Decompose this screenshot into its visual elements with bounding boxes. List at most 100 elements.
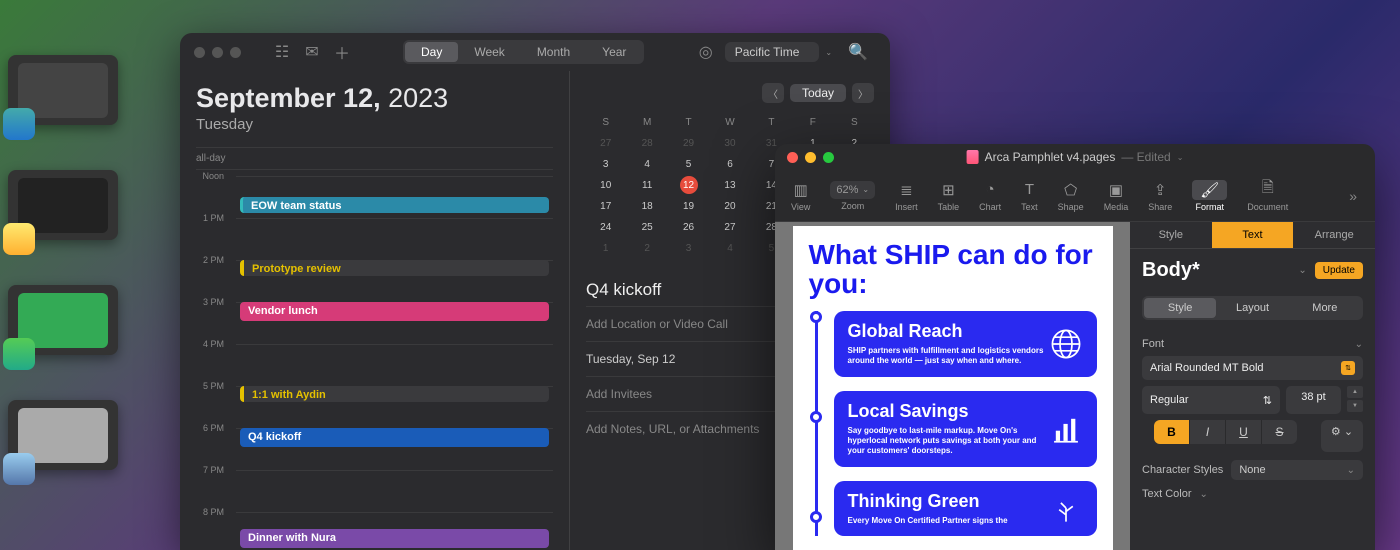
close-button[interactable] <box>787 152 798 163</box>
mini-day[interactable]: 6 <box>710 155 749 174</box>
week-view-tab[interactable]: Week <box>458 42 520 62</box>
mini-day[interactable]: 1 <box>586 239 625 258</box>
doc-headline[interactable]: What SHIP can do for you: <box>809 240 1097 299</box>
calendar-event[interactable]: Dinner with Nura <box>240 529 549 548</box>
chart-button[interactable]: ◔Chart <box>971 180 1009 212</box>
size-stepper[interactable]: ▲▼ <box>1347 386 1363 414</box>
mini-day[interactable]: 5 <box>669 155 708 174</box>
month-view-tab[interactable]: Month <box>521 42 586 62</box>
strike-button[interactable]: S <box>1262 420 1297 444</box>
card-thinking-green[interactable]: Thinking Green Every Move On Certified P… <box>834 481 1097 536</box>
document-button[interactable]: 🗎Document <box>1239 180 1296 212</box>
mini-day[interactable]: 10 <box>586 176 625 195</box>
allday-row[interactable]: all-day <box>196 147 553 170</box>
close-button[interactable] <box>194 47 205 58</box>
mini-day[interactable]: 12 <box>680 176 698 194</box>
add-event-button[interactable]: ＋ <box>329 41 355 63</box>
mini-day[interactable]: 27 <box>710 218 749 237</box>
subtab-layout[interactable]: Layout <box>1216 298 1288 318</box>
mini-day[interactable]: 13 <box>710 176 749 195</box>
inbox-button[interactable]: ✉ <box>299 41 325 63</box>
year-view-tab[interactable]: Year <box>586 42 642 62</box>
hour-label: 1 PM <box>196 213 232 223</box>
mini-day[interactable]: 24 <box>586 218 625 237</box>
numbers-thumb[interactable] <box>8 285 118 355</box>
font-weight-select[interactable]: Regular⇅ <box>1142 386 1280 414</box>
mini-day[interactable]: 18 <box>627 197 666 216</box>
minimize-button[interactable] <box>805 152 816 163</box>
calendar-event[interactable]: Vendor lunch <box>240 302 549 321</box>
media-button[interactable]: ▣Media <box>1096 180 1137 212</box>
document-canvas[interactable]: What SHIP can do for you: Global Reach S… <box>775 222 1130 550</box>
keynote-thumb[interactable] <box>8 55 118 125</box>
overflow-icon[interactable]: » <box>1339 188 1367 204</box>
bold-button[interactable]: B <box>1154 420 1190 444</box>
gear-button[interactable]: ⚙ ⌄ <box>1321 420 1363 452</box>
chevron-down-icon: ⌄ <box>825 48 832 57</box>
text-subtabs[interactable]: Style Layout More <box>1142 296 1363 320</box>
chevron-down-icon: ⌄ <box>1298 265 1306 276</box>
calendar-event[interactable]: Q4 kickoff <box>240 428 549 447</box>
day-view-tab[interactable]: Day <box>405 42 458 62</box>
minimize-button[interactable] <box>212 47 223 58</box>
font-family-select[interactable]: Arial Rounded MT Bold⇅ <box>1142 356 1363 380</box>
table-button[interactable]: ⊞Table <box>930 180 968 212</box>
card-global-reach[interactable]: Global Reach SHIP partners with fulfillm… <box>834 311 1097 377</box>
tab-arrange[interactable]: Arrange <box>1293 222 1375 248</box>
shape-button[interactable]: ⬠Shape <box>1050 180 1092 212</box>
leaf-icon <box>1049 491 1083 525</box>
airplay-icon[interactable]: ◎ <box>699 42 713 62</box>
subtab-style[interactable]: Style <box>1144 298 1216 318</box>
char-style-select[interactable]: None⌄ <box>1231 460 1363 480</box>
pages-window: Arca Pamphlet v4.pages — Edited ⌄ ▥View … <box>775 144 1375 550</box>
mini-day[interactable]: 27 <box>586 134 625 153</box>
update-style-button[interactable]: Update <box>1315 262 1363 279</box>
tab-style[interactable]: Style <box>1130 222 1212 248</box>
calendars-button[interactable]: ☷ <box>269 41 295 63</box>
mini-day[interactable]: 3 <box>669 239 708 258</box>
text-button[interactable]: TText <box>1013 180 1046 212</box>
mini-day[interactable]: 4 <box>710 239 749 258</box>
subtab-more[interactable]: More <box>1289 298 1361 318</box>
share-button[interactable]: ⇪Share <box>1140 180 1180 212</box>
card-local-savings[interactable]: Local Savings Say goodbye to last-mile m… <box>834 391 1097 467</box>
search-icon[interactable]: 🔍 <box>848 42 868 62</box>
notes-thumb[interactable] <box>8 170 118 240</box>
view-button[interactable]: ▥View <box>783 180 818 212</box>
font-size-field[interactable]: 38 pt <box>1286 386 1341 414</box>
insert-button[interactable]: ≣Insert <box>887 180 926 212</box>
calendar-event[interactable]: 1:1 with Aydin <box>240 386 549 402</box>
mini-day[interactable]: 17 <box>586 197 625 216</box>
mini-day[interactable]: 19 <box>669 197 708 216</box>
italic-button[interactable]: I <box>1190 420 1226 444</box>
mini-day[interactable]: 3 <box>586 155 625 174</box>
font-section-header[interactable]: Font⌄ <box>1130 330 1375 356</box>
view-segmented-control[interactable]: Day Week Month Year <box>403 40 644 64</box>
underline-button[interactable]: U <box>1226 420 1262 444</box>
mini-day[interactable]: 28 <box>627 134 666 153</box>
next-day-button[interactable]: 〉 <box>852 83 874 103</box>
mini-day[interactable]: 26 <box>669 218 708 237</box>
zoom-control[interactable]: 62% ⌄Zoom <box>822 181 883 211</box>
timezone-select[interactable]: Pacific Time <box>725 42 820 62</box>
mini-day[interactable]: 11 <box>627 176 666 195</box>
paragraph-style[interactable]: Body* <box>1142 259 1290 282</box>
fullscreen-button[interactable] <box>823 152 834 163</box>
mini-day[interactable]: 29 <box>669 134 708 153</box>
format-button[interactable]: 🖌Format <box>1184 180 1235 212</box>
dow-header: W <box>710 113 749 132</box>
mini-day[interactable]: 20 <box>710 197 749 216</box>
fullscreen-button[interactable] <box>230 47 241 58</box>
mini-day[interactable]: 30 <box>710 134 749 153</box>
today-button[interactable]: Today <box>790 84 846 102</box>
preview-thumb[interactable] <box>8 400 118 470</box>
document-page[interactable]: What SHIP can do for you: Global Reach S… <box>793 226 1113 550</box>
calendar-event[interactable]: EOW team status <box>240 197 549 213</box>
window-title[interactable]: Arca Pamphlet v4.pages — Edited ⌄ <box>967 150 1184 164</box>
tab-text[interactable]: Text <box>1212 222 1294 248</box>
mini-day[interactable]: 2 <box>627 239 666 258</box>
mini-day[interactable]: 4 <box>627 155 666 174</box>
calendar-event[interactable]: Prototype review <box>240 260 549 276</box>
mini-day[interactable]: 25 <box>627 218 666 237</box>
prev-day-button[interactable]: 〈 <box>762 83 784 103</box>
